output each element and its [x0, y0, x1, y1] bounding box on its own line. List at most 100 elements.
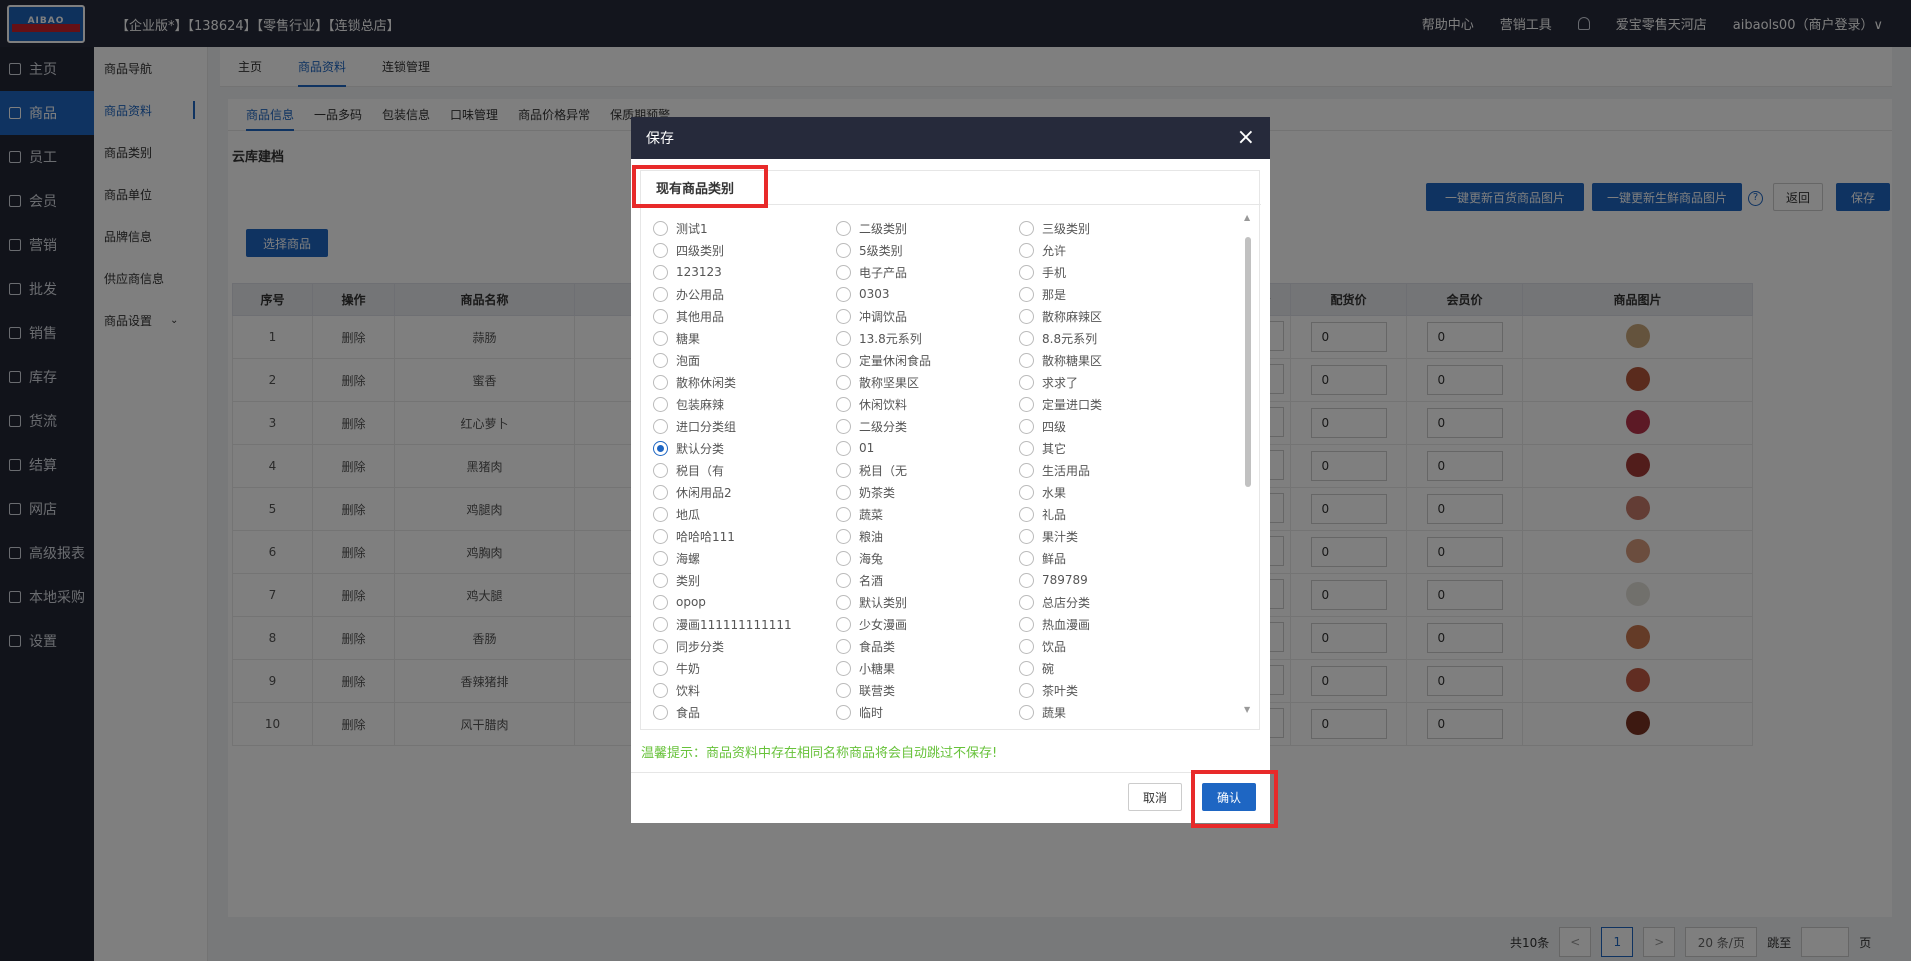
category-option[interactable]: 礼品 [1019, 503, 1202, 525]
category-option[interactable]: 海兔 [836, 547, 1019, 569]
radio-button[interactable] [653, 286, 668, 302]
radio-button[interactable] [1019, 374, 1034, 390]
category-option[interactable]: 进口分类组 [653, 415, 836, 437]
category-option[interactable]: 允许 [1019, 239, 1202, 261]
scroll-up-icon[interactable]: ▲ [1244, 213, 1250, 222]
scrollbar-thumb[interactable] [1245, 237, 1251, 487]
category-option[interactable]: 蔬果 [1019, 701, 1202, 722]
radio-button[interactable] [1019, 594, 1034, 610]
category-option[interactable]: 冲调饮品 [836, 305, 1019, 327]
category-option[interactable]: 茶叶类 [1019, 679, 1202, 701]
category-option[interactable]: 三级类别 [1019, 217, 1202, 239]
radio-button[interactable] [836, 550, 851, 566]
category-option[interactable]: 同步分类 [653, 635, 836, 657]
category-option[interactable]: 临时 [836, 701, 1019, 722]
category-option[interactable]: 01 [836, 437, 1019, 459]
category-option[interactable]: 小糖果 [836, 657, 1019, 679]
category-option[interactable]: 鲜品 [1019, 547, 1202, 569]
radio-button[interactable] [653, 506, 668, 522]
radio-button[interactable] [836, 286, 851, 302]
radio-button[interactable] [836, 374, 851, 390]
radio-button[interactable] [836, 220, 851, 236]
radio-button[interactable] [1019, 220, 1034, 236]
category-option[interactable]: 散称坚果区 [836, 371, 1019, 393]
category-option[interactable]: 散称糖果区 [1019, 349, 1202, 371]
radio-button[interactable] [836, 418, 851, 434]
category-option[interactable]: 税目（有 [653, 459, 836, 481]
radio-button[interactable] [1019, 638, 1034, 654]
category-option[interactable]: 那是 [1019, 283, 1202, 305]
category-option[interactable]: 饮品 [1019, 635, 1202, 657]
radio-button[interactable] [653, 308, 668, 324]
category-option[interactable]: 碗 [1019, 657, 1202, 679]
category-option[interactable]: 热血漫画 [1019, 613, 1202, 635]
radio-button[interactable] [653, 440, 668, 456]
category-option[interactable]: 0303 [836, 283, 1019, 305]
radio-button[interactable] [836, 440, 851, 456]
radio-button[interactable] [1019, 242, 1034, 258]
category-option[interactable]: 奶茶类 [836, 481, 1019, 503]
close-icon[interactable]: × [1237, 127, 1255, 149]
radio-button[interactable] [836, 264, 851, 280]
category-option[interactable]: 8.8元系列 [1019, 327, 1202, 349]
radio-button[interactable] [1019, 330, 1034, 346]
radio-button[interactable] [836, 242, 851, 258]
radio-button[interactable] [653, 352, 668, 368]
category-option[interactable]: 休闲饮料 [836, 393, 1019, 415]
radio-button[interactable] [1019, 418, 1034, 434]
category-option[interactable]: 电子产品 [836, 261, 1019, 283]
radio-button[interactable] [836, 682, 851, 698]
radio-button[interactable] [653, 242, 668, 258]
category-option[interactable]: 牛奶 [653, 657, 836, 679]
category-option[interactable]: 求求了 [1019, 371, 1202, 393]
category-option[interactable]: 定量休闲食品 [836, 349, 1019, 371]
category-option[interactable]: 名酒 [836, 569, 1019, 591]
category-option[interactable]: 水果 [1019, 481, 1202, 503]
radio-button[interactable] [836, 462, 851, 478]
radio-button[interactable] [1019, 682, 1034, 698]
radio-button[interactable] [1019, 352, 1034, 368]
radio-button[interactable] [653, 220, 668, 236]
category-option[interactable]: 其它 [1019, 437, 1202, 459]
category-option[interactable]: 四级类别 [653, 239, 836, 261]
category-option[interactable]: 糖果 [653, 327, 836, 349]
category-option[interactable]: 办公用品 [653, 283, 836, 305]
category-option[interactable]: 海螺 [653, 547, 836, 569]
radio-button[interactable] [653, 550, 668, 566]
radio-button[interactable] [653, 418, 668, 434]
radio-button[interactable] [836, 308, 851, 324]
radio-button[interactable] [653, 528, 668, 544]
category-option[interactable]: 少女漫画 [836, 613, 1019, 635]
radio-button[interactable] [1019, 264, 1034, 280]
radio-button[interactable] [653, 330, 668, 346]
radio-button[interactable] [836, 616, 851, 632]
category-option[interactable]: 789789 [1019, 569, 1202, 591]
category-option[interactable]: 地瓜 [653, 503, 836, 525]
radio-button[interactable] [1019, 286, 1034, 302]
radio-button[interactable] [653, 374, 668, 390]
scroll-down-icon[interactable]: ▼ [1244, 705, 1250, 714]
category-option[interactable]: 测试1 [653, 217, 836, 239]
category-option[interactable]: 123123 [653, 261, 836, 283]
category-option[interactable]: 散称休闲类 [653, 371, 836, 393]
category-option[interactable]: 5级类别 [836, 239, 1019, 261]
category-option[interactable]: 漫画111111111111 [653, 613, 836, 635]
radio-button[interactable] [836, 704, 851, 720]
cancel-button[interactable]: 取消 [1128, 783, 1182, 811]
category-option[interactable]: 四级 [1019, 415, 1202, 437]
radio-button[interactable] [653, 638, 668, 654]
category-option[interactable]: 泡面 [653, 349, 836, 371]
radio-button[interactable] [1019, 484, 1034, 500]
category-option[interactable]: 13.8元系列 [836, 327, 1019, 349]
radio-button[interactable] [653, 704, 668, 720]
radio-button[interactable] [653, 396, 668, 412]
category-option[interactable]: 类别 [653, 569, 836, 591]
radio-button[interactable] [836, 396, 851, 412]
radio-button[interactable] [653, 616, 668, 632]
radio-button[interactable] [1019, 396, 1034, 412]
category-option[interactable]: 散称麻辣区 [1019, 305, 1202, 327]
radio-button[interactable] [1019, 506, 1034, 522]
category-option[interactable]: 二级分类 [836, 415, 1019, 437]
category-option[interactable]: 果汁类 [1019, 525, 1202, 547]
category-option[interactable]: 总店分类 [1019, 591, 1202, 613]
